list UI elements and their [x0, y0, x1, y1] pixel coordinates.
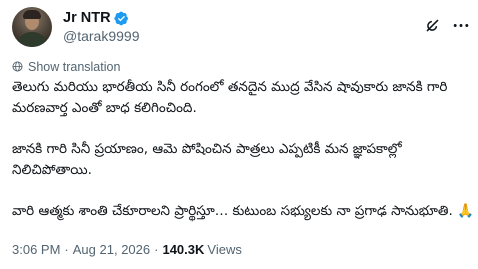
tweet-header: Jr NTR @tarak9999	[12, 7, 472, 47]
show-translation-label[interactable]: Show translation	[28, 60, 120, 74]
tweet-paragraph-3: వారి ఆత్మకు శాంతి చేకూరాలని ప్రార్థిస్తూ…	[12, 203, 474, 219]
tweet-time[interactable]: 3:06 PM	[12, 242, 60, 257]
tweet-paragraph-2: జానకి గారి సినీ ప్రయాణం, ఆమె పోషించిన పా…	[12, 141, 402, 178]
views-count: 140.3K	[162, 242, 205, 257]
avatar[interactable]	[12, 7, 52, 47]
grok-icon[interactable]	[422, 15, 442, 35]
views-label: Views	[207, 242, 242, 257]
separator-dot: ·	[64, 242, 69, 257]
globe-icon	[12, 57, 23, 76]
show-translation[interactable]: Show translation	[12, 57, 120, 76]
tweet-meta: 3:06 PM · Aug 21, 2026 · 140.3K Views	[12, 242, 242, 257]
display-name[interactable]: Jr NTR	[63, 10, 111, 26]
handle[interactable]: @tarak9999	[63, 28, 139, 44]
tweet-date[interactable]: Aug 21, 2026	[73, 242, 150, 257]
author-info: Jr NTR @tarak9999	[63, 9, 139, 44]
tweet-text: తెలుగు మరియు భారతీయ సినీ రంగంలో తనదైన ము…	[12, 77, 474, 222]
tweet-paragraph-1: తెలుగు మరియు భారతీయ సినీ రంగంలో తనదైన ము…	[12, 79, 448, 116]
separator-dot: ·	[154, 242, 159, 257]
verified-badge-icon	[113, 11, 129, 26]
more-icon[interactable]	[450, 15, 472, 35]
